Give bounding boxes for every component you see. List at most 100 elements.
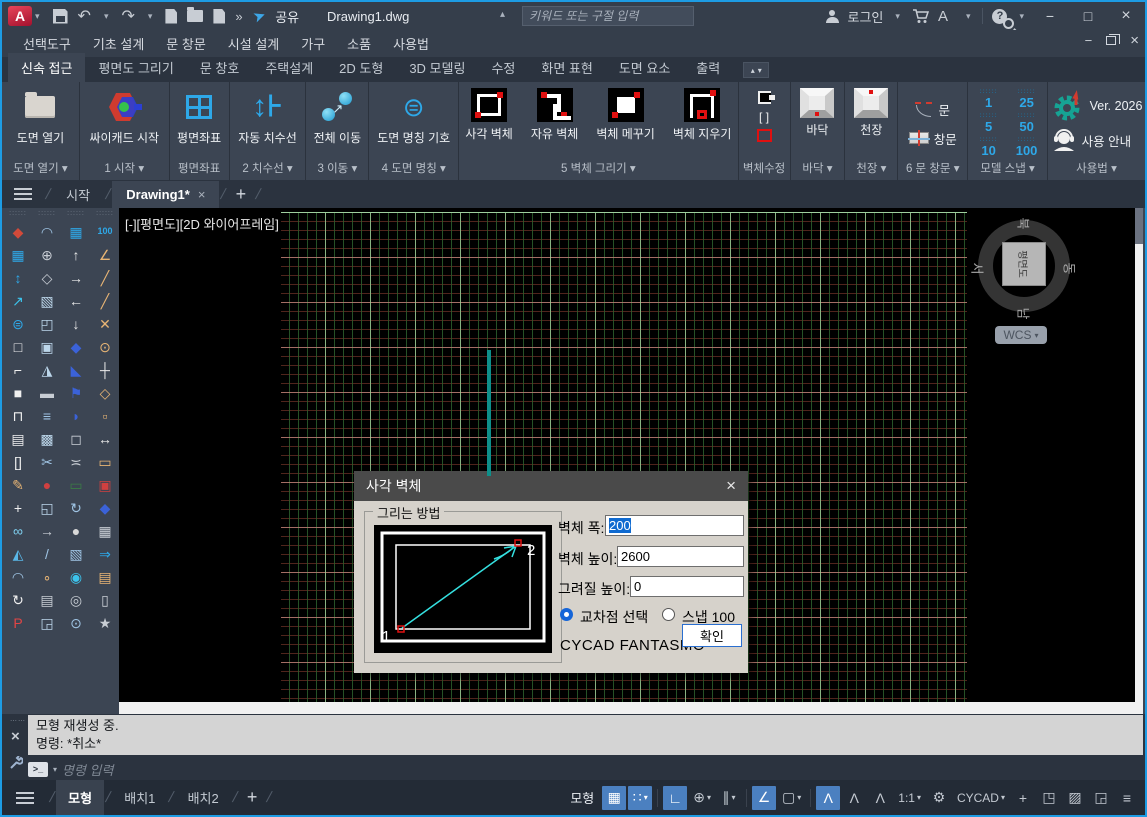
- wall-erase-icon[interactable]: ⊓: [6, 404, 30, 427]
- viewport-label[interactable]: [-][평면도][2D 와이어프레임]: [125, 214, 279, 233]
- ribbon-tab[interactable]: 평면도 그리기: [85, 53, 186, 82]
- tab-start[interactable]: 시작: [52, 179, 104, 210]
- intersection-radio-label[interactable]: 교차점 선택: [580, 607, 648, 627]
- login-label[interactable]: 로그인: [848, 7, 884, 26]
- ribbon-tab[interactable]: 출력: [683, 53, 733, 82]
- annotation-visibility-toggle[interactable]: Λ: [816, 786, 840, 810]
- plancoord-button[interactable]: 평면좌표: [173, 86, 225, 148]
- redo-dropdown-icon[interactable]: ▾: [148, 11, 153, 22]
- ceiling-button[interactable]: 천장: [850, 86, 892, 140]
- model-snap-5-button[interactable]: ::::::5: [972, 112, 1006, 136]
- floor-button[interactable]: 바닥: [796, 86, 838, 140]
- maximize-button[interactable]: □: [1069, 2, 1107, 30]
- fillet-icon[interactable]: ◠: [6, 565, 30, 588]
- ribbon-tab[interactable]: 수정: [478, 53, 528, 82]
- ribbon-tab[interactable]: 2D 도형: [326, 53, 396, 82]
- wall-height-input[interactable]: 2600: [617, 546, 744, 567]
- plan-grid-icon[interactable]: ▦: [6, 243, 30, 266]
- node-line-icon[interactable]: ∘: [35, 565, 59, 588]
- command-prompt-icon[interactable]: >_: [28, 762, 48, 777]
- pdf-cube-icon[interactable]: ▧: [64, 542, 88, 565]
- red-frame-icon[interactable]: ▣: [93, 473, 117, 496]
- panel-label-door-window[interactable]: 6 문 창문 ▾: [898, 161, 967, 180]
- compass-north[interactable]: 북: [1014, 218, 1033, 230]
- share-icon[interactable]: ➤: [250, 5, 268, 26]
- ribbon-tab[interactable]: 신속 접근: [8, 53, 85, 82]
- door-button[interactable]: 문: [912, 99, 953, 120]
- sphere-icon[interactable]: ●: [64, 519, 88, 542]
- wall-fill-icon[interactable]: ■: [6, 381, 30, 404]
- zoom-window-icon[interactable]: ◻: [64, 427, 88, 450]
- grid-mode-toggle[interactable]: ▦: [602, 786, 626, 810]
- stretch-right-icon[interactable]: →: [64, 266, 88, 289]
- eraser-icon[interactable]: ✎: [6, 473, 30, 496]
- compass-west[interactable]: 서: [968, 263, 987, 275]
- dimension-h-icon[interactable]: ↔: [93, 427, 117, 450]
- model-snap-1-button[interactable]: ::::::1: [972, 88, 1006, 112]
- new-layout-button[interactable]: +: [247, 787, 258, 808]
- annotation-autoscale-toggle[interactable]: Λ: [842, 786, 866, 810]
- angle-snap-icon[interactable]: ∠: [93, 243, 117, 266]
- horizontal-scrollbar[interactable]: [119, 702, 1135, 714]
- annotation-scale-icon[interactable]: Λ: [868, 786, 892, 810]
- user-icon[interactable]: [826, 10, 839, 23]
- panel-label-ceiling[interactable]: 천장 ▾: [845, 161, 897, 180]
- layout-tab-배치1[interactable]: 배치1: [112, 780, 167, 815]
- close-button[interactable]: ×: [1107, 2, 1145, 30]
- stack-icon[interactable]: ≡: [35, 404, 59, 427]
- command-grip[interactable]: ⋯⋯: [10, 717, 26, 725]
- model-space-button[interactable]: 모형: [564, 785, 600, 810]
- ribbon-collapse-button[interactable]: ▴ ▾: [743, 62, 769, 78]
- settings-gear-button[interactable]: ⚙: [927, 786, 951, 810]
- vertical-scrollbar[interactable]: [1135, 208, 1143, 714]
- qat-more-icon[interactable]: »: [235, 9, 242, 24]
- search-history-icon[interactable]: ▴: [500, 9, 505, 20]
- wedge-icon[interactable]: ◣: [64, 358, 88, 381]
- command-prompt-dropdown-icon[interactable]: ▾: [53, 765, 57, 774]
- polar-tracking-toggle[interactable]: ⊕▾: [689, 786, 715, 810]
- view-compass[interactable]: 북 동 남 서 평면도: [974, 216, 1074, 316]
- slice-icon[interactable]: /: [35, 542, 59, 565]
- intersection-snap-icon[interactable]: ✕: [93, 312, 117, 335]
- wall-width-input[interactable]: 200: [605, 515, 744, 536]
- isolate-objects-button[interactable]: ◳: [1037, 786, 1061, 810]
- annotation-scale-select[interactable]: 1:1▾: [894, 786, 925, 810]
- snap-mode-toggle[interactable]: ∷▾: [628, 786, 652, 810]
- auto-dimension-icon[interactable]: ↕: [6, 266, 30, 289]
- camera-icon[interactable]: ◉: [64, 565, 88, 588]
- help-dropdown-icon[interactable]: ▾: [1019, 11, 1024, 22]
- orbit-icon[interactable]: ↻: [64, 496, 88, 519]
- cycad-start-button[interactable]: 싸이캐드 시작: [85, 86, 163, 148]
- free-wall-icon[interactable]: ⌐: [6, 358, 30, 381]
- auto-dimension-button[interactable]: ↕⊦ 자동 치수선: [234, 86, 301, 148]
- scrollbar-thumb[interactable]: [1135, 208, 1143, 244]
- circle-center-icon[interactable]: ⊕: [35, 243, 59, 266]
- panel-label-plancoord[interactable]: 평면좌표: [170, 161, 229, 180]
- scissors-icon[interactable]: ✂: [35, 450, 59, 473]
- help-icon[interactable]: ?: [992, 9, 1007, 24]
- draw-height-input[interactable]: 0: [630, 576, 744, 597]
- autodesk-logo-icon[interactable]: A: [938, 9, 954, 24]
- model-snap-100-button[interactable]: ::::::100: [1010, 136, 1044, 160]
- object-snap-toggle[interactable]: ▢▾: [778, 786, 805, 810]
- graphics-performance-button[interactable]: ▨: [1063, 786, 1087, 810]
- panel-label-open[interactable]: 도면 열기 ▾: [2, 161, 79, 180]
- tools-icon[interactable]: ★: [93, 611, 117, 634]
- panel-3d-icon[interactable]: ◗: [64, 404, 88, 427]
- paste-icon[interactable]: ◱: [35, 496, 59, 519]
- ribbon-tab[interactable]: 3D 모델링: [396, 53, 478, 82]
- name-symbol-button[interactable]: ⊜ 도면 명칭 기호: [373, 86, 454, 148]
- window-button[interactable]: 창문: [906, 128, 960, 149]
- isometric-draft-toggle[interactable]: ∥▾: [717, 786, 741, 810]
- compass-east[interactable]: 동: [1060, 263, 1079, 275]
- keyboard-icon[interactable]: ▤: [35, 588, 59, 611]
- drawing-name-symbol-icon[interactable]: ⊜: [6, 312, 30, 335]
- logo-dropdown-icon[interactable]: ▾: [966, 11, 971, 22]
- new-file-icon[interactable]: [165, 9, 177, 24]
- stretch-down-icon[interactable]: ↓: [64, 312, 88, 335]
- layout-tab-배치2[interactable]: 배치2: [176, 780, 231, 815]
- undo-icon[interactable]: ↶: [78, 6, 91, 26]
- copy-face-icon[interactable]: ▣: [35, 335, 59, 358]
- cube-icon[interactable]: ▩: [35, 427, 59, 450]
- intersection-radio[interactable]: [560, 608, 573, 621]
